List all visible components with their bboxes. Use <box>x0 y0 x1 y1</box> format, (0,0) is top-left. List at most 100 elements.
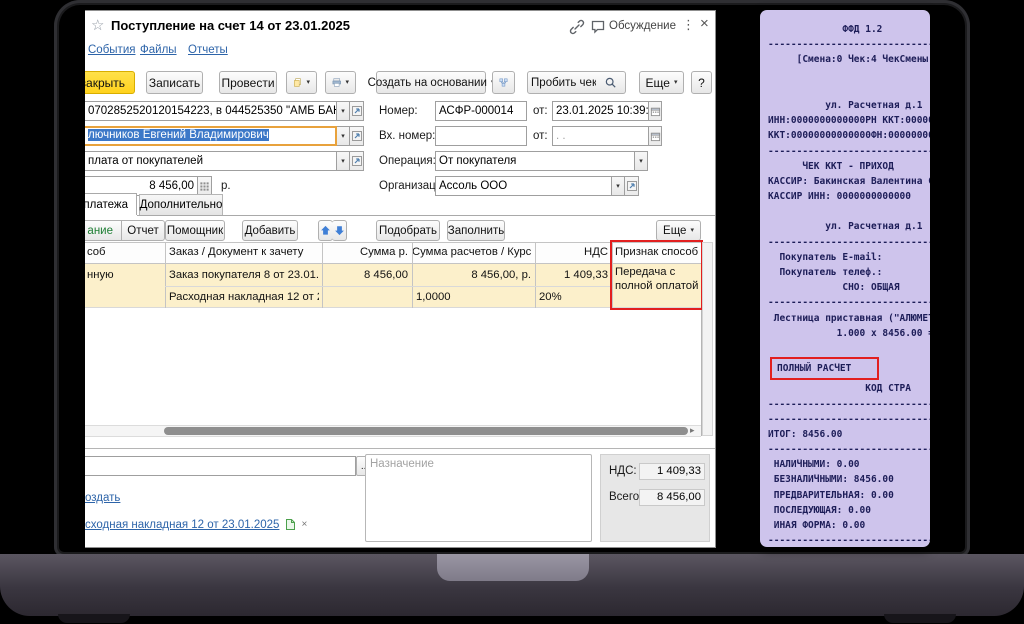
receipt-line: ИНН:0000000000000РН ККТ:0000000000 <box>768 113 930 128</box>
down-arrow-icon <box>334 225 345 236</box>
incoming-date-calendar-icon[interactable] <box>649 126 662 146</box>
add-row-button[interactable]: Добавить <box>242 220 298 241</box>
cell-order[interactable]: Заказ покупателя 8 от 23.01.2025 <box>169 265 319 286</box>
col-header-method[interactable]: соб <box>87 242 163 263</box>
table-more-button[interactable]: Еще▾ <box>656 220 701 241</box>
col-header-vat[interactable]: НДС <box>535 242 608 263</box>
receipt-line: СНО: ОБЩАЯ <box>768 280 930 295</box>
menu-files-link[interactable]: Файлы <box>140 44 177 56</box>
tab-payment-details[interactable]: платежа <box>85 193 137 215</box>
purpose-textarea[interactable] <box>365 454 592 542</box>
organization-field[interactable]: Ассоль ООО <box>435 176 612 196</box>
number-field[interactable]: АСФР-000014 <box>435 101 527 121</box>
cell-settlement-amount[interactable]: 8 456,00, р. <box>412 265 531 286</box>
discussion-label[interactable]: Обсуждение <box>609 20 676 32</box>
post-button[interactable]: Провести <box>219 71 277 94</box>
create-link[interactable]: оздать <box>85 492 120 504</box>
punch-check-button[interactable]: Пробить чек <box>527 71 597 94</box>
linked-document-link[interactable]: сходная накладная 12 от 23.01.2025 <box>85 519 279 531</box>
receipt-line: ---------------------------------------- <box>768 295 930 310</box>
receipt-line: ---------------------------------------- <box>768 37 930 52</box>
operation-dropdown[interactable]: ▾ <box>635 151 648 171</box>
receipt-line: ЧЕК ККТ - ПРИХОД <box>768 159 930 174</box>
bank-account-open-icon[interactable] <box>350 101 364 121</box>
incoming-number-field[interactable] <box>435 126 527 146</box>
receipt-line: НАЛИЧНЫМИ: 0.00 <box>768 457 930 472</box>
bank-account-field[interactable]: 0702852520120154223, в 044525350 "АМБ БА… <box>85 101 337 121</box>
receipt-line: КАССИР ИНН: 0000000000000 <box>768 189 930 204</box>
check-preview-button[interactable] <box>596 71 626 94</box>
vat-total-label: НДС: <box>609 465 637 477</box>
laptop-mockup: ☆ Поступление на счет 14 от 23.01.2025 О… <box>0 0 1024 624</box>
receipt-line: Покупатель телеф.: <box>768 265 930 280</box>
discussion-icon[interactable] <box>591 20 606 34</box>
cell-rate[interactable]: 1,0000 <box>416 287 531 308</box>
scroll-right-arrow-icon[interactable]: ▸ <box>690 425 695 436</box>
vertical-scrollbar[interactable] <box>702 242 713 436</box>
number-label: Номер: <box>379 105 418 117</box>
receipt-line: 1.000 x 8456.00 = 8456.00 <box>768 326 930 341</box>
menu-reports-link[interactable]: Отчеты <box>188 44 228 56</box>
laptop-notch <box>437 554 589 581</box>
payment-kind-open-icon[interactable] <box>350 151 364 171</box>
amount-calculator-icon[interactable] <box>198 176 212 196</box>
linked-document-row: сходная накладная 12 от 23.01.2025 × <box>85 518 307 531</box>
remove-link-icon[interactable]: × <box>301 519 307 530</box>
payer-field[interactable]: лючников Евгений Владимирович <box>85 126 337 146</box>
copy-document-button[interactable]: ▾ <box>286 71 317 94</box>
organization-open-icon[interactable] <box>625 176 639 196</box>
more-button[interactable]: Еще▾ <box>639 71 684 94</box>
get-link-icon[interactable] <box>569 19 585 35</box>
up-arrow-icon <box>320 225 331 236</box>
related-documents-button[interactable] <box>492 71 515 94</box>
receipt-line <box>768 341 930 356</box>
receipt-line <box>768 204 930 219</box>
cell-amount[interactable]: 8 456,00 <box>322 265 408 286</box>
receipt-line: КОД СТРА <box>768 381 930 396</box>
horizontal-scrollbar-thumb[interactable] <box>164 427 688 435</box>
create-on-basis-button[interactable]: Создать на основании▾ <box>376 71 486 94</box>
receipt-line: ПРЕДВАРИТЕЛЬНАЯ: 0.00 <box>768 488 930 503</box>
organization-dropdown[interactable]: ▾ <box>612 176 625 196</box>
basis-button[interactable]: ание <box>85 220 122 241</box>
move-down-button[interactable] <box>332 220 347 241</box>
move-up-button[interactable] <box>318 220 333 241</box>
receipt-line: БЕЗНАЛИЧНЫМИ: 8456.00 <box>768 472 930 487</box>
payer-dropdown[interactable]: ▾ <box>337 126 350 146</box>
fill-button[interactable]: Заполнить <box>447 220 505 241</box>
report-button[interactable]: Отчет <box>122 220 165 241</box>
related-structure-icon <box>499 75 508 90</box>
operation-field[interactable]: От покупателя <box>435 151 635 171</box>
kebab-menu-icon[interactable]: ⋮ <box>682 17 695 33</box>
currency-label: р. <box>221 180 231 192</box>
cell-vat[interactable]: 1 409,33 <box>535 265 608 286</box>
cell-vat-rate[interactable]: 20% <box>539 287 608 308</box>
help-button[interactable]: ? <box>691 71 712 94</box>
receipt-line: КАССИР: Бакинская Валентина Ст <box>768 174 930 189</box>
tab-additional[interactable]: Дополнительно <box>139 194 223 215</box>
payer-open-icon[interactable] <box>350 126 364 146</box>
project-field[interactable] <box>85 456 356 476</box>
payment-kind-field[interactable]: плата от покупателей <box>85 151 337 171</box>
payment-kind-dropdown[interactable]: ▾ <box>337 151 350 171</box>
col-header-order-document[interactable]: Заказ / Документ к зачету <box>169 242 319 263</box>
col-header-settlement-amount[interactable]: Сумма расчетов / Курс <box>412 242 531 263</box>
menu-events-link[interactable]: События <box>88 44 135 56</box>
favorite-star-icon[interactable]: ☆ <box>91 16 104 34</box>
date-calendar-icon[interactable] <box>649 101 662 121</box>
bank-account-dropdown[interactable]: ▾ <box>337 101 350 121</box>
date-field[interactable]: 23.01.2025 10:39:4 <box>552 101 649 121</box>
receipt-line: [Смена:0 Чек:4 ЧекСмены:4 <box>768 52 930 67</box>
print-button[interactable]: ▾ <box>325 71 356 94</box>
col-header-amount[interactable]: Сумма р. <box>322 242 408 263</box>
cell-method[interactable]: нную <box>87 265 163 286</box>
pick-button[interactable]: Подобрать <box>376 220 440 241</box>
receipt-line: ул. Расчетная д.1 <box>768 219 930 234</box>
print-icon <box>332 75 341 90</box>
assistant-button[interactable]: Помощник <box>165 220 225 241</box>
cell-invoice[interactable]: Расходная накладная 12 от 23.... <box>169 287 319 308</box>
close-icon[interactable]: × <box>700 15 709 32</box>
post-and-close-button[interactable]: закрыть <box>85 71 135 94</box>
save-button[interactable]: Записать <box>146 71 203 94</box>
incoming-date-field[interactable]: . . <box>552 126 649 146</box>
